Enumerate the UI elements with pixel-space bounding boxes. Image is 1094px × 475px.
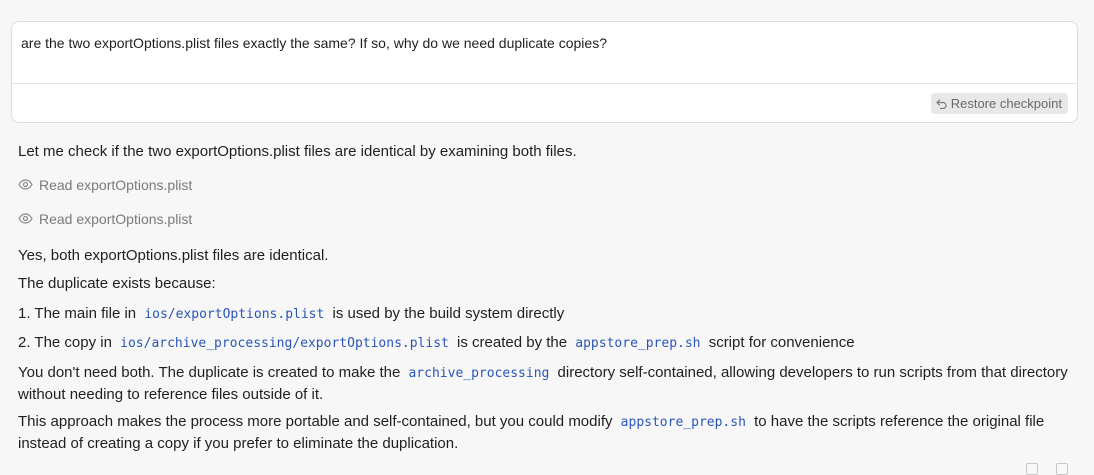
list-text: is used by the build system directly — [332, 305, 565, 322]
restore-checkpoint-label: Restore checkpoint — [950, 96, 1062, 111]
suggestion-paragraph: This approach makes the process more por… — [18, 411, 1078, 454]
message-actions — [1026, 463, 1068, 475]
user-prompt-card: are the two exportOptions.plist files ex… — [11, 21, 1078, 123]
list-text: The copy in — [34, 334, 112, 351]
user-prompt-text: are the two exportOptions.plist files ex… — [21, 35, 607, 51]
inline-code: archive_processing — [408, 366, 550, 381]
list-item: 1. The main file in ios/exportOptions.pl… — [18, 305, 564, 322]
answer-text: Yes, both exportOptions.plist files are … — [18, 247, 329, 264]
prompt-divider — [12, 83, 1077, 84]
list-number: 1. — [18, 305, 31, 322]
reason-intro: The duplicate exists because: — [18, 275, 216, 292]
list-text: is created by the — [457, 334, 568, 351]
undo-arrow-icon — [936, 98, 947, 109]
list-text: The main file in — [34, 305, 137, 322]
list-item: 2. The copy in ios/archive_processing/ex… — [18, 334, 855, 351]
tool-call-label: Read exportOptions.plist — [39, 211, 193, 227]
response-intro: Let me check if the two exportOptions.pl… — [18, 143, 577, 160]
inline-code: appstore_prep.sh — [620, 415, 746, 430]
tool-call-label: Read exportOptions.plist — [39, 177, 193, 193]
eye-icon — [18, 211, 33, 227]
list-number: 2. — [18, 334, 31, 351]
copy-icon[interactable] — [1056, 463, 1068, 475]
inline-code: appstore_prep.sh — [575, 336, 701, 351]
inline-code: ios/exportOptions.plist — [144, 307, 325, 322]
eye-icon — [18, 177, 33, 193]
para-text: This approach makes the process more por… — [18, 413, 613, 430]
tool-call-read-2[interactable]: Read exportOptions.plist — [18, 211, 192, 227]
tool-call-read-1[interactable]: Read exportOptions.plist — [18, 177, 192, 193]
inline-code: ios/archive_processing/exportOptions.pli… — [120, 336, 449, 351]
explanation-paragraph: You don't need both. The duplicate is cr… — [18, 362, 1078, 405]
restore-checkpoint-button[interactable]: Restore checkpoint — [930, 93, 1068, 114]
thumbs-icon[interactable] — [1026, 463, 1038, 475]
list-text: script for convenience — [708, 334, 855, 351]
para-text: You don't need both. The duplicate is cr… — [18, 364, 401, 381]
